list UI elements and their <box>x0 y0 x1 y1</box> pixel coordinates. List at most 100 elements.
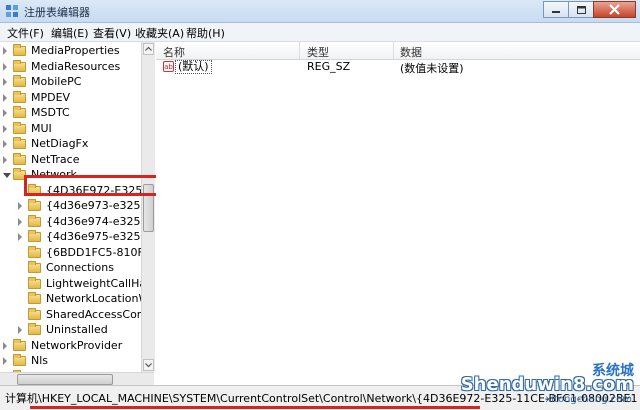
expand-arrow-icon[interactable] <box>3 341 7 350</box>
tree-item-label: NetTrace <box>31 152 80 166</box>
values-list[interactable]: 名称 类型 数据 ab (默认) REG_SZ (数值未设置) <box>156 42 640 385</box>
menu-help[interactable]: 帮助(H) <box>186 25 225 41</box>
expand-arrow-icon[interactable] <box>3 140 7 148</box>
tree-item[interactable]: MUI <box>0 121 141 137</box>
folder-icon <box>13 121 26 134</box>
folder-icon <box>28 199 41 211</box>
expand-arrow-icon[interactable] <box>3 155 7 164</box>
tree-item[interactable]: Connections <box>0 261 141 276</box>
tree-item[interactable]: {6BDD1FC5-810F-11I <box>0 245 154 261</box>
close-button[interactable] <box>593 1 636 18</box>
expand-arrow-icon[interactable] <box>3 93 7 102</box>
tree-horizontal-scrollbar[interactable] <box>0 372 154 386</box>
tree-item-label: {4d36e974-e325-11c <box>46 214 155 228</box>
tree-item-label: MediaResources <box>31 59 121 73</box>
tree-item-label: Uninstalled <box>46 323 108 336</box>
chevron-up-icon <box>145 46 152 51</box>
expand-arrow-icon[interactable] <box>3 62 7 71</box>
tree-item[interactable]: SharedAccessConne <box>0 307 154 323</box>
folder-icon <box>13 354 26 366</box>
expand-arrow-icon[interactable] <box>18 233 22 241</box>
list-row[interactable]: ab (默认) REG_SZ (数值未设置) <box>156 59 640 75</box>
list-header: 名称 类型 数据 <box>156 42 640 60</box>
minimize-icon <box>552 11 560 13</box>
minimize-button[interactable] <box>543 1 569 18</box>
title-bar: 注册表编辑器 <box>0 0 640 23</box>
tree-item-label: SharedAccessConne <box>46 307 155 321</box>
column-name[interactable]: 名称 <box>163 44 185 60</box>
tree-item[interactable]: LightweightCallHand <box>0 276 154 292</box>
folder-icon <box>28 230 41 242</box>
close-icon <box>609 4 620 15</box>
folder-icon <box>13 137 26 149</box>
tree-item[interactable]: {4d36e973-e325-11c <box>0 199 154 214</box>
folder-icon <box>28 307 41 320</box>
tree-item-label: Connections <box>46 261 114 274</box>
folder-icon <box>28 292 41 304</box>
registry-tree[interactable]: MediaProperties MediaResources MobilePC MPD… <box>0 42 155 372</box>
expand-arrow-icon[interactable] <box>3 124 7 133</box>
folder-icon <box>13 338 26 351</box>
tree-item[interactable]: NetDiagFx <box>0 137 141 152</box>
tree-item-label: NetDiagFx <box>31 137 89 150</box>
tree-item[interactable]: MobilePC <box>0 75 141 90</box>
tree-item-label: MSDTC <box>31 106 70 119</box>
tree-item-label: NetworkProvider <box>31 338 123 352</box>
maximize-icon <box>577 6 586 14</box>
folder-icon <box>13 44 26 56</box>
tree-item-label: Nls <box>31 354 49 367</box>
string-value-icon: ab <box>163 61 174 72</box>
expand-arrow-icon[interactable] <box>18 202 22 210</box>
tree-vertical-scrollbar[interactable] <box>141 42 155 372</box>
folder-icon <box>28 261 41 273</box>
tree-item[interactable]: {4d36e974-e325-11c <box>0 214 154 230</box>
value-data: (数值未设置) <box>400 62 464 75</box>
expand-arrow-icon[interactable] <box>18 217 22 226</box>
folder-icon <box>13 106 26 118</box>
folder-icon <box>28 245 41 258</box>
expand-arrow-icon[interactable] <box>18 326 22 334</box>
watermark-sub-text: xitongcheng.com <box>545 394 632 405</box>
folder-icon <box>13 90 26 103</box>
tree-item-label: MUI <box>31 121 52 135</box>
tree-item-label: MediaProperties <box>31 44 120 57</box>
watermark-main-text: Shenduwin8.com <box>460 374 634 395</box>
expand-arrow-icon[interactable] <box>3 47 7 55</box>
collapse-arrow-icon[interactable] <box>3 173 11 178</box>
tree-item[interactable]: MediaResources <box>0 59 141 75</box>
tree-item[interactable]: MediaProperties <box>0 44 141 59</box>
tree-item[interactable]: Uninstalled <box>0 323 141 338</box>
tree-item-label: {4d36e975-e325-11c <box>46 230 155 243</box>
menu-view[interactable]: 查看(V) <box>93 25 131 41</box>
expand-arrow-icon[interactable] <box>3 109 7 117</box>
tree-item-label: {6BDD1FC5-810F-11I <box>46 245 155 259</box>
annotation-highlight-box <box>24 175 164 196</box>
menu-edit[interactable]: 编辑(E) <box>51 25 89 41</box>
tree-item[interactable]: {4d36e975-e325-11c <box>0 230 154 245</box>
horizontal-scroll-thumb[interactable] <box>17 374 113 385</box>
tree-item[interactable]: NetworkProvider <box>0 338 141 354</box>
scroll-down-button[interactable] <box>143 359 154 371</box>
column-data[interactable]: 数据 <box>400 44 422 60</box>
tree-item[interactable]: MPDEV <box>0 90 141 106</box>
tree-item[interactable]: MSDTC <box>0 106 141 121</box>
column-type[interactable]: 类型 <box>307 44 329 60</box>
folder-icon <box>13 59 26 72</box>
tree-item[interactable]: Nls <box>0 354 141 369</box>
tree-item[interactable]: NetTrace <box>0 152 141 168</box>
menu-favorites[interactable]: 收藏夹(A) <box>135 25 184 41</box>
expand-arrow-icon[interactable] <box>3 357 7 365</box>
expand-arrow-icon[interactable] <box>3 78 7 86</box>
value-type: REG_SZ <box>307 60 351 73</box>
registry-app-icon <box>6 5 18 17</box>
tree-item-label: LightweightCallHand <box>46 276 155 290</box>
tree-item[interactable]: NetworkLocationWiz <box>0 292 154 307</box>
tree-item-label: NetworkLocationWiz <box>46 292 155 305</box>
value-name: (默认) <box>175 60 212 74</box>
menu-file[interactable]: 文件(F) <box>7 25 44 41</box>
window-title: 注册表编辑器 <box>24 6 90 19</box>
maximize-button[interactable] <box>568 1 594 18</box>
folder-icon <box>28 323 41 335</box>
chevron-down-icon <box>145 363 152 368</box>
scroll-up-button[interactable] <box>143 43 154 55</box>
